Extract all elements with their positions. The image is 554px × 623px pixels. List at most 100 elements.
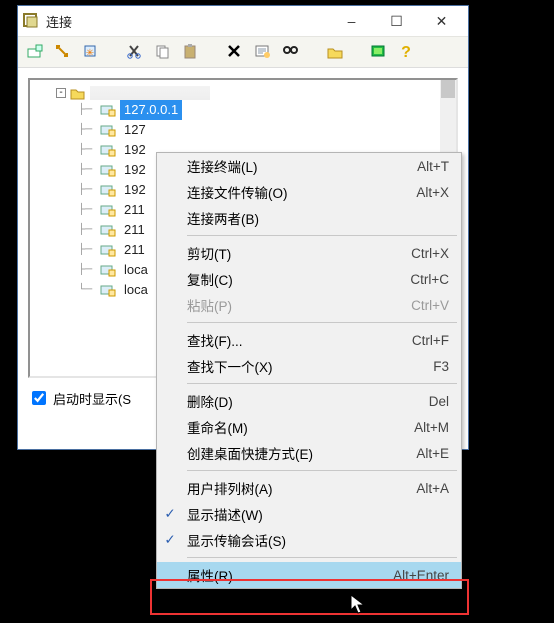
- menu-item-label: 创建桌面快捷方式(E): [183, 443, 416, 463]
- menu-item-shortcut: Ctrl+V: [411, 298, 449, 313]
- tree-line: ├─: [78, 260, 96, 280]
- session-node[interactable]: ├─ 127.0.0.1: [78, 100, 452, 120]
- menu-item-shortcut: Ctrl+X: [411, 246, 449, 261]
- menu-item-label: 连接文件传输(O): [183, 182, 416, 202]
- menu-item-label: 查找(F)...: [183, 330, 412, 350]
- menu-item-shortcut: Alt+A: [416, 481, 449, 496]
- menu-item[interactable]: 连接终端(L) Alt+T: [157, 153, 461, 179]
- find-icon[interactable]: [280, 41, 302, 63]
- options-icon[interactable]: [368, 41, 390, 63]
- menu-item[interactable]: 连接文件传输(O) Alt+X: [157, 179, 461, 205]
- menu-item[interactable]: 创建桌面快捷方式(E) Alt+E: [157, 440, 461, 466]
- properties-icon[interactable]: [252, 41, 274, 63]
- menu-item[interactable]: 连接两者(B): [157, 205, 461, 231]
- check-icon: ✓: [157, 532, 183, 548]
- menu-item-shortcut: Ctrl+F: [412, 333, 449, 348]
- session-label: 211: [120, 200, 149, 220]
- minimize-button[interactable]: –: [329, 7, 374, 35]
- session-node[interactable]: ├─ 127: [78, 120, 452, 140]
- session-label: 211: [120, 220, 149, 240]
- session-icon: [100, 163, 116, 177]
- session-label: 192: [120, 140, 150, 160]
- menu-item-label: 连接两者(B): [183, 208, 449, 228]
- tree-line: ├─: [78, 100, 96, 120]
- delete-icon[interactable]: [224, 41, 246, 63]
- menu-item-shortcut: Ctrl+C: [410, 272, 449, 287]
- toolbar: ✳ ?: [18, 36, 468, 68]
- menu-item[interactable]: 查找下一个(X) F3: [157, 353, 461, 379]
- menu-item-label: 连接终端(L): [183, 156, 417, 176]
- menu-separator: [187, 235, 457, 236]
- menu-item[interactable]: ✓ 显示传输会话(S): [157, 527, 461, 553]
- session-icon: [100, 223, 116, 237]
- context-menu: 连接终端(L) Alt+T 连接文件传输(O) Alt+X 连接两者(B) 剪切…: [156, 152, 462, 589]
- session-icon: [100, 123, 116, 137]
- session-label: 211: [120, 240, 149, 260]
- minus-icon: -: [56, 88, 66, 98]
- menu-item[interactable]: 属性(R) Alt+Enter: [157, 562, 461, 588]
- session-icon: [100, 283, 116, 297]
- menu-item-label: 显示描述(W): [183, 504, 449, 524]
- session-icon: [100, 143, 116, 157]
- menu-item[interactable]: 重命名(M) Alt+M: [157, 414, 461, 440]
- session-icon: [100, 263, 116, 277]
- menu-item[interactable]: 删除(D) Del: [157, 388, 461, 414]
- menu-item-shortcut: F3: [433, 359, 449, 374]
- tree-line: ├─: [78, 140, 96, 160]
- menu-item-shortcut: Alt+M: [414, 420, 449, 435]
- close-button[interactable]: ✕: [419, 7, 464, 35]
- help-icon[interactable]: ?: [396, 41, 418, 63]
- menu-item-shortcut: Alt+X: [416, 185, 449, 200]
- svg-text:✳: ✳: [86, 48, 94, 59]
- menu-item-label: 删除(D): [183, 391, 429, 411]
- tree-root[interactable]: -: [44, 86, 452, 100]
- tree-line: ├─: [78, 200, 96, 220]
- new-session-icon[interactable]: [24, 41, 46, 63]
- menu-separator: [187, 470, 457, 471]
- tree-line: ├─: [78, 220, 96, 240]
- menu-item[interactable]: 用户排列树(A) Alt+A: [157, 475, 461, 501]
- quick-connect-icon[interactable]: [52, 41, 74, 63]
- menu-item-label: 复制(C): [183, 269, 410, 289]
- window-title: 连接: [46, 12, 329, 31]
- menu-item-shortcut: Alt+E: [416, 446, 449, 461]
- session-icon: [100, 203, 116, 217]
- menu-separator: [187, 383, 457, 384]
- cursor-icon: [350, 594, 368, 616]
- menu-item-label: 属性(R): [183, 565, 393, 585]
- session-label: loca: [120, 280, 152, 300]
- session-label: loca: [120, 260, 152, 280]
- tree-line: ├─: [78, 120, 96, 140]
- menu-item-label: 用户排列树(A): [183, 478, 416, 498]
- maximize-button[interactable]: ☐: [374, 7, 419, 35]
- copy-icon[interactable]: [152, 41, 174, 63]
- paste-icon[interactable]: [180, 41, 202, 63]
- menu-item: 粘贴(P) Ctrl+V: [157, 292, 461, 318]
- session-label: 192: [120, 160, 150, 180]
- menu-item[interactable]: 复制(C) Ctrl+C: [157, 266, 461, 292]
- menu-item[interactable]: 查找(F)... Ctrl+F: [157, 327, 461, 353]
- menu-item[interactable]: ✓ 显示描述(W): [157, 501, 461, 527]
- menu-item-label: 显示传输会话(S): [183, 530, 449, 550]
- session-label: 192: [120, 180, 150, 200]
- show-on-start-label: 启动时显示(S: [53, 389, 131, 408]
- menu-item-shortcut: Alt+Enter: [393, 568, 449, 583]
- show-on-start-input[interactable]: [32, 391, 46, 405]
- tree-line: └─: [78, 280, 96, 300]
- menu-item[interactable]: 剪切(T) Ctrl+X: [157, 240, 461, 266]
- menu-separator: [187, 322, 457, 323]
- menu-item-label: 剪切(T): [183, 243, 411, 263]
- new-icon[interactable]: ✳: [80, 41, 102, 63]
- tree-line: ├─: [78, 240, 96, 260]
- svg-text:?: ?: [401, 44, 411, 61]
- open-folder-icon[interactable]: [324, 41, 346, 63]
- menu-item-shortcut: Del: [429, 394, 449, 409]
- titlebar[interactable]: 连接 – ☐ ✕: [18, 6, 468, 36]
- menu-item-label: 查找下一个(X): [183, 356, 433, 376]
- check-icon: ✓: [157, 506, 183, 522]
- menu-item-label: 粘贴(P): [183, 295, 411, 315]
- session-icon: [100, 103, 116, 117]
- tree-line: ├─: [78, 180, 96, 200]
- cut-icon[interactable]: [124, 41, 146, 63]
- session-icon: [100, 183, 116, 197]
